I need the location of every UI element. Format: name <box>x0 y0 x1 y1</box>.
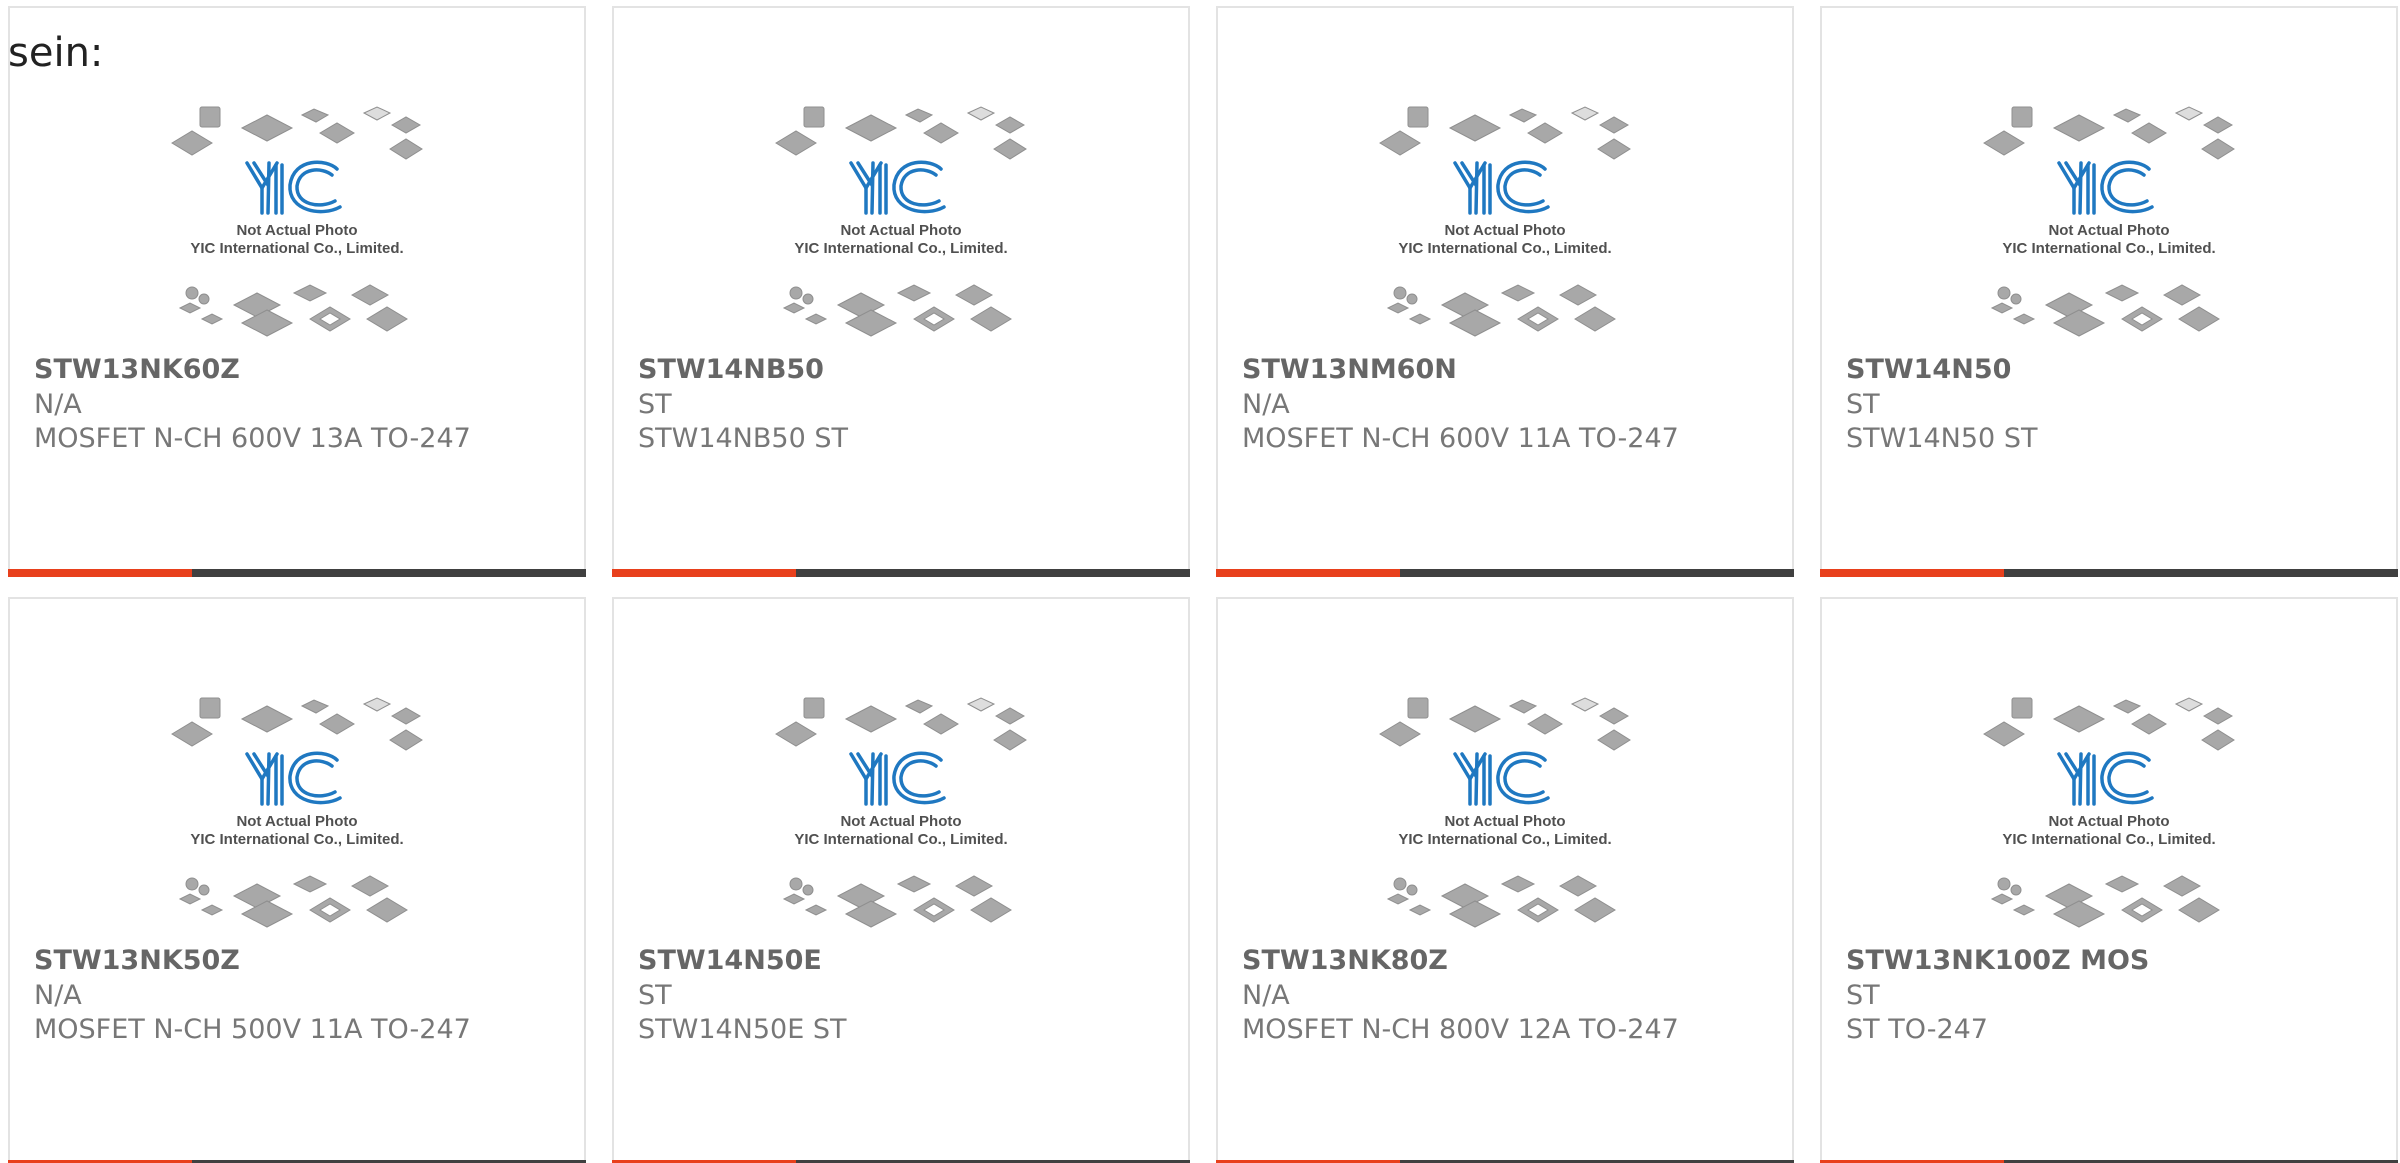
placeholder-line2: YIC International Co., Limited. <box>1398 831 1611 848</box>
chip-placeholder-image: Not Actual Photo YIC International Co., … <box>775 697 1027 928</box>
part-number[interactable]: STW14N50E <box>638 943 1168 979</box>
manufacturer: N/A <box>34 389 82 420</box>
card-bottom-bar <box>1216 569 1794 577</box>
product-image[interactable]: Not Actual Photo YIC International Co., … <box>10 684 584 939</box>
chip-placeholder-image: Not Actual Photo YIC International Co., … <box>775 106 1027 337</box>
product-card[interactable]: Not Actual Photo YIC International Co., … <box>1820 597 2398 1163</box>
card-bar-accent <box>8 569 192 577</box>
chip-placeholder-image: Not Actual Photo YIC International Co., … <box>171 106 423 337</box>
product-image[interactable]: Not Actual Photo YIC International Co., … <box>614 93 1188 348</box>
product-card[interactable]: Not Actual Photo YIC International Co., … <box>1216 6 1794 577</box>
placeholder-line2: YIC International Co., Limited. <box>2002 240 2215 257</box>
product-image[interactable]: Not Actual Photo YIC International Co., … <box>1822 93 2396 348</box>
part-number[interactable]: STW13NK80Z <box>1242 943 1772 979</box>
product-info: STW13NK80Z N/A MOSFET N-CH 800V 12A TO-2… <box>1242 943 1772 1047</box>
card-bottom-bar <box>612 569 1190 577</box>
manufacturer: N/A <box>34 980 82 1011</box>
placeholder-line2: YIC International Co., Limited. <box>1398 240 1611 257</box>
placeholder-line2: YIC International Co., Limited. <box>2002 831 2215 848</box>
part-number[interactable]: STW14N50 <box>1846 352 2376 388</box>
product-image[interactable]: Not Actual Photo YIC International Co., … <box>1218 684 1792 939</box>
manufacturer: ST <box>638 980 672 1011</box>
manufacturer: ST <box>638 389 672 420</box>
placeholder-line1: Not Actual Photo <box>2048 813 2169 830</box>
product-info: STW14NB50 ST STW14NB50 ST <box>638 352 1168 456</box>
card-bottom-bar <box>1820 569 2398 577</box>
description: MOSFET N-CH 600V 11A TO-247 <box>1242 423 1679 454</box>
chip-placeholder-image: Not Actual Photo YIC International Co., … <box>1379 697 1631 928</box>
placeholder-line1: Not Actual Photo <box>840 222 961 239</box>
description: ST TO-247 <box>1846 1014 1988 1045</box>
product-info: STW13NK100Z MOS ST ST TO-247 <box>1846 943 2376 1047</box>
product-card[interactable]: Not Actual Photo YIC International Co., … <box>612 6 1190 577</box>
manufacturer: ST <box>1846 389 1880 420</box>
chip-placeholder-image: Not Actual Photo YIC International Co., … <box>1983 106 2235 337</box>
chip-placeholder-image: Not Actual Photo YIC International Co., … <box>1379 106 1631 337</box>
product-image[interactable]: Not Actual Photo YIC International Co., … <box>1218 93 1792 348</box>
description: STW14N50E ST <box>638 1014 847 1045</box>
placeholder-line2: YIC International Co., Limited. <box>190 240 403 257</box>
placeholder-line1: Not Actual Photo <box>1444 222 1565 239</box>
chip-placeholder-image: Not Actual Photo YIC International Co., … <box>171 697 423 928</box>
placeholder-line1: Not Actual Photo <box>1444 813 1565 830</box>
card-bar-accent <box>612 569 796 577</box>
placeholder-line1: Not Actual Photo <box>236 813 357 830</box>
placeholder-line2: YIC International Co., Limited. <box>794 240 1007 257</box>
description: MOSFET N-CH 500V 11A TO-247 <box>34 1014 471 1045</box>
part-number[interactable]: STW13NK60Z <box>34 352 564 388</box>
placeholder-line2: YIC International Co., Limited. <box>794 831 1007 848</box>
part-number[interactable]: STW13NK50Z <box>34 943 564 979</box>
product-image[interactable]: Not Actual Photo YIC International Co., … <box>614 684 1188 939</box>
product-info: STW13NK50Z N/A MOSFET N-CH 500V 11A TO-2… <box>34 943 564 1047</box>
product-image[interactable]: Not Actual Photo YIC International Co., … <box>10 93 584 348</box>
product-card[interactable]: Not Actual Photo YIC International Co., … <box>1820 6 2398 577</box>
manufacturer: ST <box>1846 980 1880 1011</box>
chip-placeholder-image: Not Actual Photo YIC International Co., … <box>1983 697 2235 928</box>
intro-text: sein: <box>8 30 104 76</box>
manufacturer: N/A <box>1242 980 1290 1011</box>
product-card[interactable]: Not Actual Photo YIC International Co., … <box>8 6 586 577</box>
placeholder-line1: Not Actual Photo <box>236 222 357 239</box>
description: STW14N50 ST <box>1846 423 2038 454</box>
card-bottom-bar <box>8 569 586 577</box>
product-info: STW13NM60N N/A MOSFET N-CH 600V 11A TO-2… <box>1242 352 1772 456</box>
placeholder-line1: Not Actual Photo <box>840 813 961 830</box>
part-number[interactable]: STW14NB50 <box>638 352 1168 388</box>
description: MOSFET N-CH 600V 13A TO-247 <box>34 423 471 454</box>
placeholder-line1: Not Actual Photo <box>2048 222 2169 239</box>
manufacturer: N/A <box>1242 389 1290 420</box>
product-card[interactable]: Not Actual Photo YIC International Co., … <box>8 597 586 1163</box>
product-grid: Not Actual Photo YIC International Co., … <box>8 6 2398 1163</box>
product-card[interactable]: Not Actual Photo YIC International Co., … <box>612 597 1190 1163</box>
product-info: STW14N50E ST STW14N50E ST <box>638 943 1168 1047</box>
card-bar-accent <box>1820 569 2004 577</box>
product-info: STW14N50 ST STW14N50 ST <box>1846 352 2376 456</box>
description: STW14NB50 ST <box>638 423 848 454</box>
card-bar-accent <box>1216 569 1400 577</box>
product-info: STW13NK60Z N/A MOSFET N-CH 600V 13A TO-2… <box>34 352 564 456</box>
description: MOSFET N-CH 800V 12A TO-247 <box>1242 1014 1679 1045</box>
part-number[interactable]: STW13NK100Z MOS <box>1846 943 2376 979</box>
product-image[interactable]: Not Actual Photo YIC International Co., … <box>1822 684 2396 939</box>
placeholder-line2: YIC International Co., Limited. <box>190 831 403 848</box>
product-card[interactable]: Not Actual Photo YIC International Co., … <box>1216 597 1794 1163</box>
part-number[interactable]: STW13NM60N <box>1242 352 1772 388</box>
